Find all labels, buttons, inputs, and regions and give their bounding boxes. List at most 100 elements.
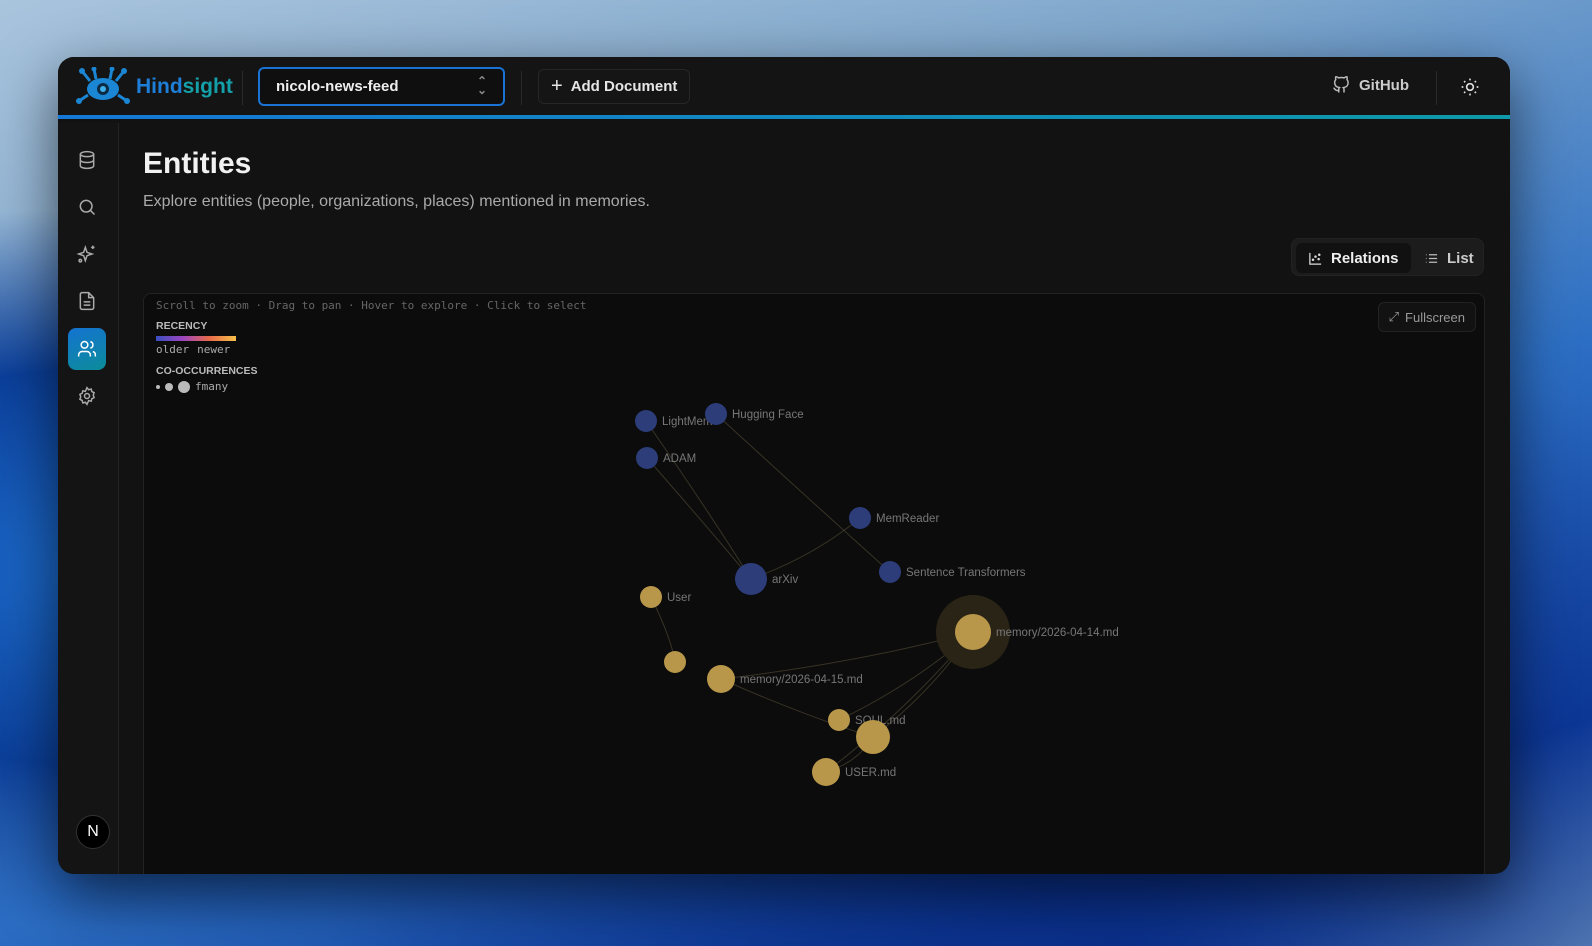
node-label: User [667,592,691,604]
size-dot-medium [165,382,173,391]
node-circle[interactable] [849,507,871,529]
node-circle[interactable] [812,758,840,786]
tab-list[interactable]: List [1412,243,1486,273]
chevron-up-down-icon: ⌃ ⌄ [476,74,487,97]
recency-gradient [156,336,236,341]
page-title: Entities [143,147,252,180]
avatar-initial: N [87,823,99,840]
node-circle[interactable] [955,614,991,650]
document-icon [79,291,95,311]
fullscreen-label: Fullscreen [1405,309,1465,325]
sidebar-item-banks[interactable] [68,139,106,181]
node-label: memory/2026-04-15.md [740,674,863,686]
entity-graph[interactable]: LightMem Hugging Face ADAM MemReader arXiv Se… [143,293,1485,874]
sidebar-item-entities[interactable] [68,328,106,370]
graph-edge [646,457,752,580]
graph-node[interactable]: USER.md [812,758,896,786]
node-circle[interactable] [636,447,658,469]
graph-hint: Scroll to zoom · Drag to pan · Hover to … [156,299,587,312]
sidebar-item-reflect[interactable] [68,233,106,275]
app-name: Hindsight [136,75,233,99]
graph-node[interactable]: memory/2026-04-14.md [936,595,1119,669]
bank-selector-value: nicolo-news-feed [276,78,399,95]
list-icon [1425,253,1438,263]
node-label: ADAM [663,453,696,465]
graph-node[interactable]: arXiv [735,563,798,595]
graph-node[interactable]: LightMem [635,410,713,432]
sparkles-icon [77,244,95,264]
node-label: Sentence Transformers [906,567,1026,579]
node-label: MemReader [876,513,939,525]
logo[interactable]: Hindsight [76,67,233,107]
sun-icon [1461,78,1479,96]
theme-toggle-button[interactable] [1460,77,1480,102]
node-label: Hugging Face [732,409,804,421]
legend-newer: newer [197,343,231,356]
plus-icon: + [551,75,563,97]
graph-canvas[interactable]: LightMem Hugging Face ADAM MemReader arXiv Se… [144,294,1486,874]
graph-node[interactable]: Sentence Transformers [879,561,1026,583]
app-window: Hindsight nicolo-news-feed ⌃ ⌄ + Add Docume… [58,57,1510,874]
graph-node[interactable] [856,720,890,754]
bank-selector[interactable]: nicolo-news-feed ⌃ ⌄ [258,67,505,106]
search-icon [79,199,96,216]
tab-relations-label: Relations [1331,249,1399,267]
logo-icon [76,67,130,104]
graph-edge [750,517,861,580]
scatter-chart-icon [1309,252,1322,265]
tab-relations[interactable]: Relations [1296,243,1411,273]
node-label: arXiv [772,574,798,586]
fullscreen-button[interactable]: ⤢ Fullscreen [1377,302,1476,332]
graph-edge [715,413,891,573]
size-dot-large [178,380,190,393]
users-icon [77,340,97,357]
size-dot-small [156,384,160,389]
add-document-label: Add Document [570,78,678,95]
node-circle[interactable] [707,665,735,693]
graph-edge [720,631,974,680]
cooc-scale: fmany [156,380,228,393]
github-link[interactable]: GitHub [1332,75,1409,95]
node-circle[interactable] [664,651,686,673]
graph-node[interactable]: memory/2026-04-15.md [707,665,863,693]
node-circle[interactable] [735,563,767,595]
node-label: LightMem [662,416,713,428]
graph-node[interactable] [664,651,686,673]
recency-scale: older newer [156,343,230,356]
node-circle[interactable] [856,720,890,754]
node-circle[interactable] [640,586,662,608]
graph-node[interactable]: User [640,586,691,608]
divider [242,71,243,105]
sidebar-item-search[interactable] [68,186,106,228]
legend-older: older [156,343,190,356]
graph-edge [645,420,752,580]
sidebar-item-settings[interactable] [68,375,106,417]
node-circle[interactable] [828,709,850,731]
top-bar: Hindsight nicolo-news-feed ⌃ ⌄ + Add Docume… [58,57,1510,119]
sidebar-item-documents[interactable] [68,280,106,322]
node-circle[interactable] [635,410,657,432]
sidebar: N [58,123,119,874]
divider [521,71,522,105]
expand-icon: ⤢ [1388,309,1400,324]
page-subtitle: Explore entities (people, organizations,… [143,193,650,210]
app-name-part: sight [182,75,233,98]
graph-edge [720,678,874,738]
app-name-part: Hind [136,75,183,98]
avatar[interactable]: N [76,815,110,849]
legend-cooc-label: fmany [195,380,229,393]
tab-list-label: List [1447,249,1474,267]
node-label: memory/2026-04-14.md [996,627,1119,639]
database-icon [79,150,95,170]
node-label: USER.md [845,767,896,779]
github-label: GitHub [1359,76,1409,94]
legend-recency-title: RECENCY [156,320,208,332]
node-circle[interactable] [705,403,727,425]
github-icon [1333,75,1349,93]
add-document-button[interactable]: + Add Document [538,69,691,104]
graph-node[interactable]: MemReader [849,507,939,529]
graph-node[interactable]: Hugging Face [705,403,804,425]
legend-cooc-title: CO-OCCURRENCES [156,365,258,377]
node-circle[interactable] [879,561,901,583]
view-toggle: Relations List [1291,238,1484,276]
